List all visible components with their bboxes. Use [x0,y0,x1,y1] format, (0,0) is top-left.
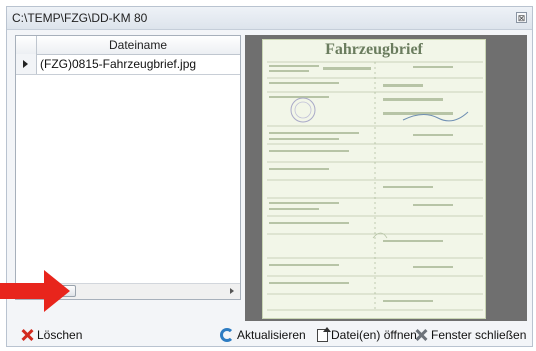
open-file-icon [317,326,331,342]
close-window-icon [414,328,428,342]
delete-icon [20,328,34,342]
open-files-button[interactable]: Datei(en) öffnen [317,326,417,342]
scroll-right-button[interactable] [225,284,240,299]
row-header-corner [16,36,37,54]
refresh-label: Aktualisieren [237,328,306,342]
row-selector[interactable] [16,54,37,74]
delete-label: Löschen [37,328,83,342]
scroll-right-icon [230,288,234,294]
filename-cell[interactable]: (FZG)0815-Fahrzeugbrief.jpg [40,57,196,71]
close-icon[interactable]: ⊠ [516,12,527,23]
document-form-graphic [267,61,483,311]
title-bar: C:\TEMP\FZG\DD-KM 80 ⊠ [7,7,532,30]
file-grid: Dateiname (FZG)0815-Fahrzeugbrief.jpg II… [15,35,241,300]
image-preview: Fahrzeugbrief [245,35,527,321]
delete-button[interactable]: Löschen [20,328,82,342]
column-header-filename[interactable]: Dateiname [36,38,240,52]
row-selector-icon [23,60,28,68]
grid-header: Dateiname [16,36,240,55]
bottom-toolbar: Löschen Aktualisieren Datei(en) öffnen F… [6,325,533,347]
document-image: Fahrzeugbrief [262,39,486,319]
arrow-icon [0,270,70,312]
close-window-button[interactable]: Fenster schließen [414,328,526,342]
open-label: Datei(en) öffnen [331,328,417,342]
document-title: Fahrzeugbrief [325,41,423,58]
file-viewer-window: C:\TEMP\FZG\DD-KM 80 ⊠ Dateiname (FZG)08… [6,6,533,347]
close-label: Fenster schließen [431,328,527,342]
refresh-button[interactable]: Aktualisieren [219,328,306,342]
window-title: C:\TEMP\FZG\DD-KM 80 [12,11,148,25]
refresh-icon [220,328,234,342]
table-row[interactable]: (FZG)0815-Fahrzeugbrief.jpg [16,54,240,75]
